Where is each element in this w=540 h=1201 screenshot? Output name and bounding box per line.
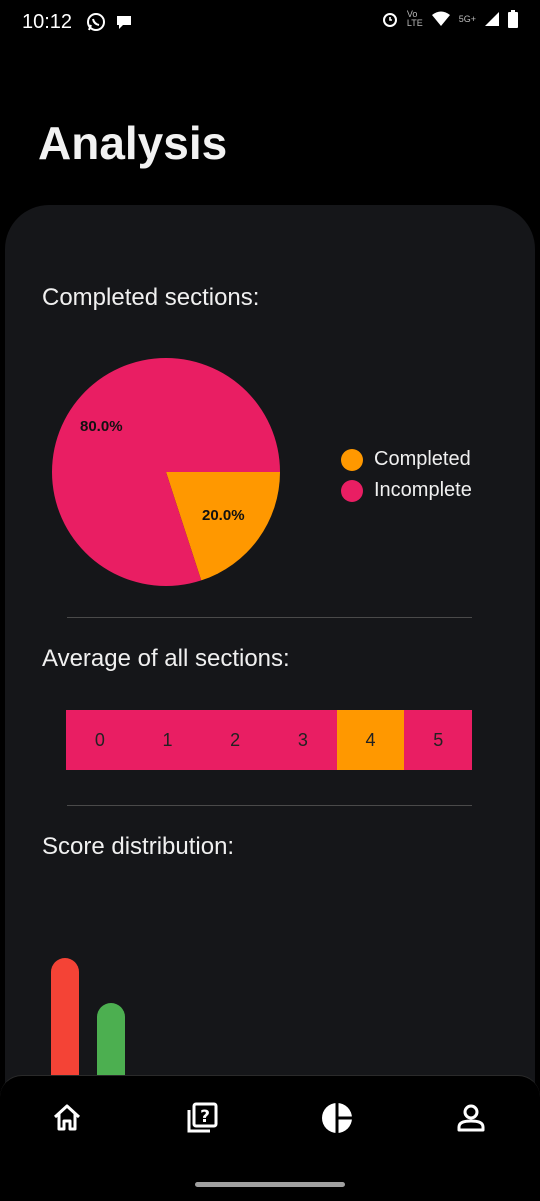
score-distribution-chart: [0, 900, 540, 1076]
average-score-scale: 0 1 2 3 4 5: [66, 710, 473, 770]
divider: [67, 617, 472, 618]
scale-cell-0: 0: [66, 710, 134, 770]
nav-profile-button[interactable]: [449, 1096, 493, 1140]
svg-text:?: ?: [200, 1107, 210, 1127]
nav-home-button[interactable]: [45, 1096, 89, 1140]
pie-legend: Completed Incomplete: [341, 444, 472, 506]
legend-item-incomplete: Incomplete: [341, 475, 472, 506]
legend-dot-incomplete: [341, 479, 363, 502]
network-type-label: 5G+: [458, 14, 476, 24]
alarm-icon: [382, 13, 397, 27]
pie-label-incomplete: 80.0%: [80, 418, 123, 435]
status-bar: 10:12 Vo LTE 5G+: [0, 0, 540, 46]
completed-sections-title: Completed sections:: [42, 284, 260, 311]
question-cards-icon: ?: [187, 1102, 218, 1133]
scale-cell-3: 3: [269, 710, 337, 770]
nav-analysis-button[interactable]: [315, 1096, 359, 1140]
status-time: 10:12: [22, 11, 73, 33]
divider: [67, 805, 472, 806]
volte-indicator: Vo LTE: [407, 10, 423, 28]
battery-icon: [508, 10, 518, 28]
distribution-bar: [51, 958, 79, 1076]
legend-label-completed: Completed: [374, 448, 471, 470]
signal-icon: [485, 12, 499, 26]
average-title: Average of all sections:: [42, 645, 290, 672]
score-distribution-title: Score distribution:: [42, 833, 235, 860]
completion-pie-chart: 80.0% 20.0%: [50, 356, 282, 588]
lte-label: LTE: [406, 18, 423, 28]
legend-label-incomplete: Incomplete: [374, 479, 472, 501]
legend-dot-completed: [341, 448, 363, 471]
pie-svg: [51, 358, 280, 586]
scale-cell-2: 2: [201, 710, 270, 770]
status-system-icons: Vo LTE 5G+: [381, 10, 518, 28]
nav-quiz-button[interactable]: ?: [180, 1096, 224, 1140]
distribution-bar: [97, 1002, 125, 1076]
scale-cell-1: 1: [133, 710, 202, 770]
person-icon: [457, 1104, 485, 1132]
home-icon: [53, 1104, 81, 1131]
page-title: Analysis: [38, 117, 228, 169]
scale-cell-5: 5: [404, 710, 473, 770]
chat-bubble-icon: [117, 16, 131, 29]
status-notification-icons: [86, 12, 134, 32]
scale-cell-4: 4: [336, 710, 405, 770]
wifi-icon: [431, 11, 450, 26]
legend-item-completed: Completed: [341, 444, 472, 475]
home-indicator[interactable]: [195, 1182, 345, 1187]
pie-label-completed: 20.0%: [202, 507, 245, 524]
whatsapp-icon: [87, 13, 105, 31]
pie-chart-icon: [322, 1103, 352, 1133]
